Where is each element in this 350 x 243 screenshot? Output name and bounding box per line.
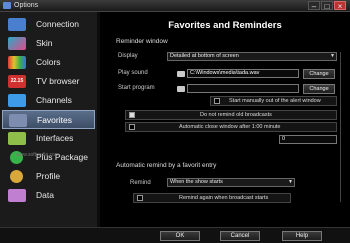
sidebar-item-connection[interactable]: Connection — [2, 15, 95, 34]
colors-icon — [8, 56, 26, 69]
watermark: www.softpedia.com — [16, 152, 60, 158]
sidebar-item-label: Connection — [36, 19, 80, 29]
start-program-label: Start program — [118, 85, 155, 91]
sidebar-item-colors[interactable]: Colors — [2, 53, 95, 72]
remind-again-row[interactable]: Remind again when broadcast starts — [133, 193, 291, 203]
change-program-button[interactable]: Change — [303, 84, 335, 94]
sidebar-item-skin[interactable]: Skin — [2, 34, 95, 53]
sidebar-item-tv-browser[interactable]: 22.15 TV browser — [2, 72, 95, 91]
close-button[interactable]: × — [334, 1, 346, 11]
data-icon — [8, 189, 26, 202]
sidebar-item-label: Colors — [36, 57, 61, 67]
remind-label: Remind — [130, 180, 151, 186]
not-remind-old-row[interactable]: Do not remind old broadcasts — [125, 110, 337, 120]
favorites-icon — [9, 114, 27, 127]
start-program-field[interactable] — [187, 84, 299, 93]
display-select[interactable]: Detailed at bottom of screen ▼ — [167, 52, 337, 61]
display-label: Display — [118, 53, 138, 59]
sidebar: Connection Skin Colors 22.15 TV browser … — [0, 12, 97, 227]
auto-remind-section-label: Automatic remind by a favorit entry — [116, 162, 217, 169]
remind-again-label: Remind again when broadcast starts — [179, 195, 269, 201]
sidebar-item-profile[interactable]: Profile — [2, 167, 95, 186]
minimize-button[interactable]: – — [308, 1, 320, 11]
auto-close-minutes-spinner[interactable]: 0 — [279, 135, 337, 144]
sidebar-item-interfaces[interactable]: Interfaces — [2, 129, 95, 148]
window-title: Options — [14, 2, 39, 9]
not-remind-old-checkbox[interactable] — [129, 112, 135, 118]
start-manually-checkbox[interactable] — [214, 98, 220, 104]
sidebar-item-favorites[interactable]: Favorites — [2, 110, 95, 129]
maximize-button[interactable]: □ — [321, 1, 333, 11]
reminder-window-section-label: Reminder window — [116, 38, 168, 45]
remind-select-value: When the show starts — [170, 179, 223, 185]
not-remind-old-label: Do not remind old broadcasts — [200, 112, 272, 118]
cancel-button[interactable]: Cancel — [220, 231, 260, 241]
folder-icon[interactable] — [177, 71, 185, 77]
app-icon — [3, 2, 11, 9]
dialog-footer: OK Cancel Help — [0, 227, 350, 243]
sidebar-item-label: Skin — [36, 38, 53, 48]
sidebar-item-label: Data — [36, 190, 54, 200]
auto-close-checkbox[interactable] — [129, 124, 135, 130]
sidebar-item-label: Favorites — [37, 115, 72, 125]
page-title: Favorites and Reminders — [168, 20, 282, 31]
tv-browser-icon: 22.15 — [8, 75, 26, 88]
folder-icon[interactable] — [177, 86, 185, 92]
main-panel: Favorites and Reminders Reminder window … — [100, 12, 350, 227]
title-bar: Options – □ × — [0, 0, 350, 12]
play-sound-field[interactable]: C:\Windows\media\tada.wav — [187, 69, 299, 78]
sidebar-item-label: Profile — [36, 171, 61, 181]
connection-icon — [8, 18, 26, 31]
chevron-down-icon: ▼ — [330, 53, 335, 59]
start-manually-label: Start manually out of the alert window — [229, 98, 321, 104]
auto-close-row[interactable]: Automatic close window after 1:00 minute — [125, 122, 337, 132]
change-sound-button[interactable]: Change — [303, 69, 335, 79]
chevron-down-icon: ▼ — [288, 179, 293, 185]
profile-icon — [10, 170, 23, 183]
channels-icon — [8, 94, 26, 107]
options-window: Options – □ × Connection Skin Colors 22.… — [0, 0, 350, 243]
start-manually-row[interactable]: Start manually out of the alert window — [210, 96, 337, 106]
skin-icon — [8, 37, 26, 50]
display-select-value: Detailed at bottom of screen — [170, 53, 239, 59]
remind-select[interactable]: When the show starts ▼ — [167, 178, 295, 187]
ok-button[interactable]: OK — [160, 231, 200, 241]
remind-again-checkbox[interactable] — [137, 195, 143, 201]
auto-close-label: Automatic close window after 1:00 minute — [179, 124, 281, 130]
help-button[interactable]: Help — [282, 231, 322, 241]
sidebar-item-label: TV browser — [36, 76, 80, 86]
sidebar-item-label: Interfaces — [36, 133, 74, 143]
scroll-divider — [340, 52, 341, 202]
play-sound-label: Play sound — [118, 70, 148, 76]
interfaces-icon — [8, 132, 26, 145]
sidebar-item-label: Channels — [36, 95, 72, 105]
sidebar-item-data[interactable]: Data — [2, 186, 95, 205]
sidebar-item-channels[interactable]: Channels — [2, 91, 95, 110]
